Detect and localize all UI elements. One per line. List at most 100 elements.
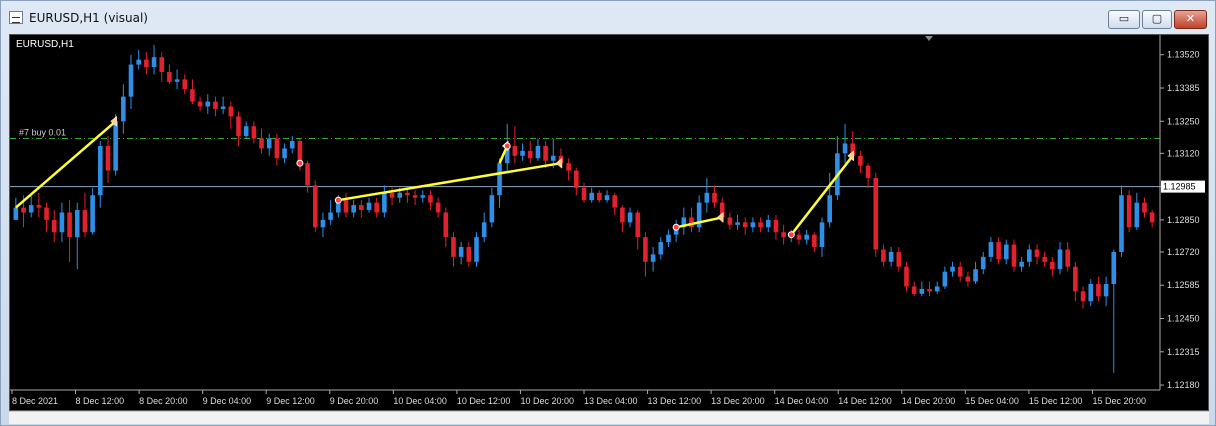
trade-open-marker-icon[interactable] [334, 196, 342, 204]
time-tick-label: 8 Dec 12:00 [76, 396, 125, 406]
trade-open-marker-icon[interactable] [296, 159, 304, 167]
candle-body [359, 205, 364, 211]
time-tick-label: 9 Dec 20:00 [330, 396, 379, 406]
price-chart-canvas[interactable]: 1.13520 1.13385 1.13250 1.13120 1.12985 1.128… [10, 35, 1208, 410]
candle-body [1003, 244, 1009, 260]
candle-body [90, 195, 95, 233]
candle-body [443, 212, 449, 238]
candle-body [228, 106, 234, 117]
candle-body [535, 145, 541, 159]
candle-body [420, 195, 426, 198]
candle-body [934, 286, 940, 292]
candle-body [236, 116, 241, 137]
candle-body [489, 195, 495, 223]
candle-body [1103, 283, 1109, 297]
candle-body [589, 192, 594, 201]
candle-body [21, 207, 26, 213]
price-tick-label: 1.13520 [1167, 50, 1200, 60]
candle-body [520, 150, 525, 156]
candle-body [574, 170, 579, 188]
trade-line [338, 161, 562, 202]
candle-body [243, 126, 249, 137]
price-tick-label: 1.13120 [1167, 148, 1200, 158]
price-tick-label: 1.12585 [1167, 280, 1200, 290]
title-bar[interactable]: EURUSD,H1 (visual) ▭ ▢ ✕ [1, 1, 1215, 35]
candle-body [412, 195, 418, 198]
candle-body [643, 237, 648, 262]
candle-body [1149, 212, 1155, 223]
time-tick-label: 15 Dec 04:00 [965, 396, 1019, 406]
time-tick-label: 15 Dec 12:00 [1029, 396, 1083, 406]
candle-body [712, 192, 717, 203]
candle-body [1080, 291, 1086, 302]
candle-body [704, 192, 710, 203]
candle-body [174, 79, 180, 82]
price-chart[interactable]: 1.13520 1.13385 1.13250 1.13120 1.12985 1.128… [9, 34, 1209, 411]
candle-body [581, 187, 587, 201]
candle-body [282, 148, 287, 159]
candle-body [881, 249, 886, 262]
candle-body [289, 141, 295, 149]
candle-body [466, 247, 472, 262]
candle-body [159, 57, 165, 72]
candle-body [274, 138, 280, 159]
candle-body [458, 247, 464, 257]
candle-body [151, 57, 157, 68]
trade-open-marker-icon[interactable] [787, 231, 795, 239]
candle-body [865, 165, 871, 178]
candle-body [1111, 251, 1117, 284]
candle-body [1126, 195, 1132, 228]
trade-open-marker-icon[interactable] [672, 223, 680, 231]
candle-body [1134, 202, 1140, 228]
candle-body [873, 177, 879, 250]
time-axis: 8 Dec 2021 8 Dec 12:00 8 Dec 20:00 9 Dec 04… [11, 390, 1146, 406]
candle-body [389, 192, 395, 198]
candle-body [428, 195, 433, 203]
candle-body [351, 205, 356, 213]
candle-body [1119, 195, 1124, 252]
trade-open-marker-icon[interactable] [503, 142, 511, 150]
candle-body [82, 210, 88, 233]
candle-body [620, 207, 625, 223]
candle-body [996, 242, 1001, 260]
candle-body [366, 202, 372, 211]
candle-body [758, 222, 763, 228]
chart-window-icon [9, 11, 23, 24]
maximize-button[interactable]: ▢ [1142, 10, 1172, 29]
candle-body [51, 219, 57, 233]
candle-body [804, 234, 809, 240]
candle-body [305, 163, 310, 186]
candle-body [497, 163, 502, 196]
window-title: EURUSD,H1 (visual) [29, 11, 148, 25]
candle-body [167, 71, 172, 82]
close-button[interactable]: ✕ [1174, 10, 1207, 29]
chart-window: EURUSD,H1 (visual) ▭ ▢ ✕ 1.13520 1.13385 1… [0, 0, 1216, 426]
candle-body [382, 192, 387, 213]
shift-marker-icon[interactable] [925, 36, 933, 41]
candle-body [105, 145, 111, 171]
candle-body [896, 251, 902, 267]
candle-body [527, 150, 533, 159]
candle-body [1088, 283, 1094, 302]
symbol-label: EURUSD,H1 [16, 39, 74, 50]
candle-body [543, 145, 548, 161]
price-tick-label: 1.12180 [1167, 380, 1200, 390]
candle-body [742, 222, 748, 228]
price-tick-label: 1.12450 [1167, 314, 1200, 324]
time-tick-label: 13 Dec 04:00 [584, 396, 638, 406]
candle-body [205, 101, 211, 107]
candle-body [405, 192, 410, 196]
time-tick-label: 14 Dec 20:00 [902, 396, 956, 406]
candle-body [904, 266, 909, 287]
candle-body [343, 200, 349, 213]
candle-body [650, 254, 656, 262]
time-tick-label: 9 Dec 12:00 [266, 396, 315, 406]
candle-body [827, 195, 832, 223]
candle-body [1042, 256, 1047, 262]
candle-body [266, 138, 272, 149]
candle-body [658, 242, 664, 255]
minimize-button[interactable]: ▭ [1108, 10, 1140, 29]
candle-body [435, 202, 441, 213]
candle-body [773, 219, 779, 233]
price-tick-label: 1.13385 [1167, 83, 1200, 93]
